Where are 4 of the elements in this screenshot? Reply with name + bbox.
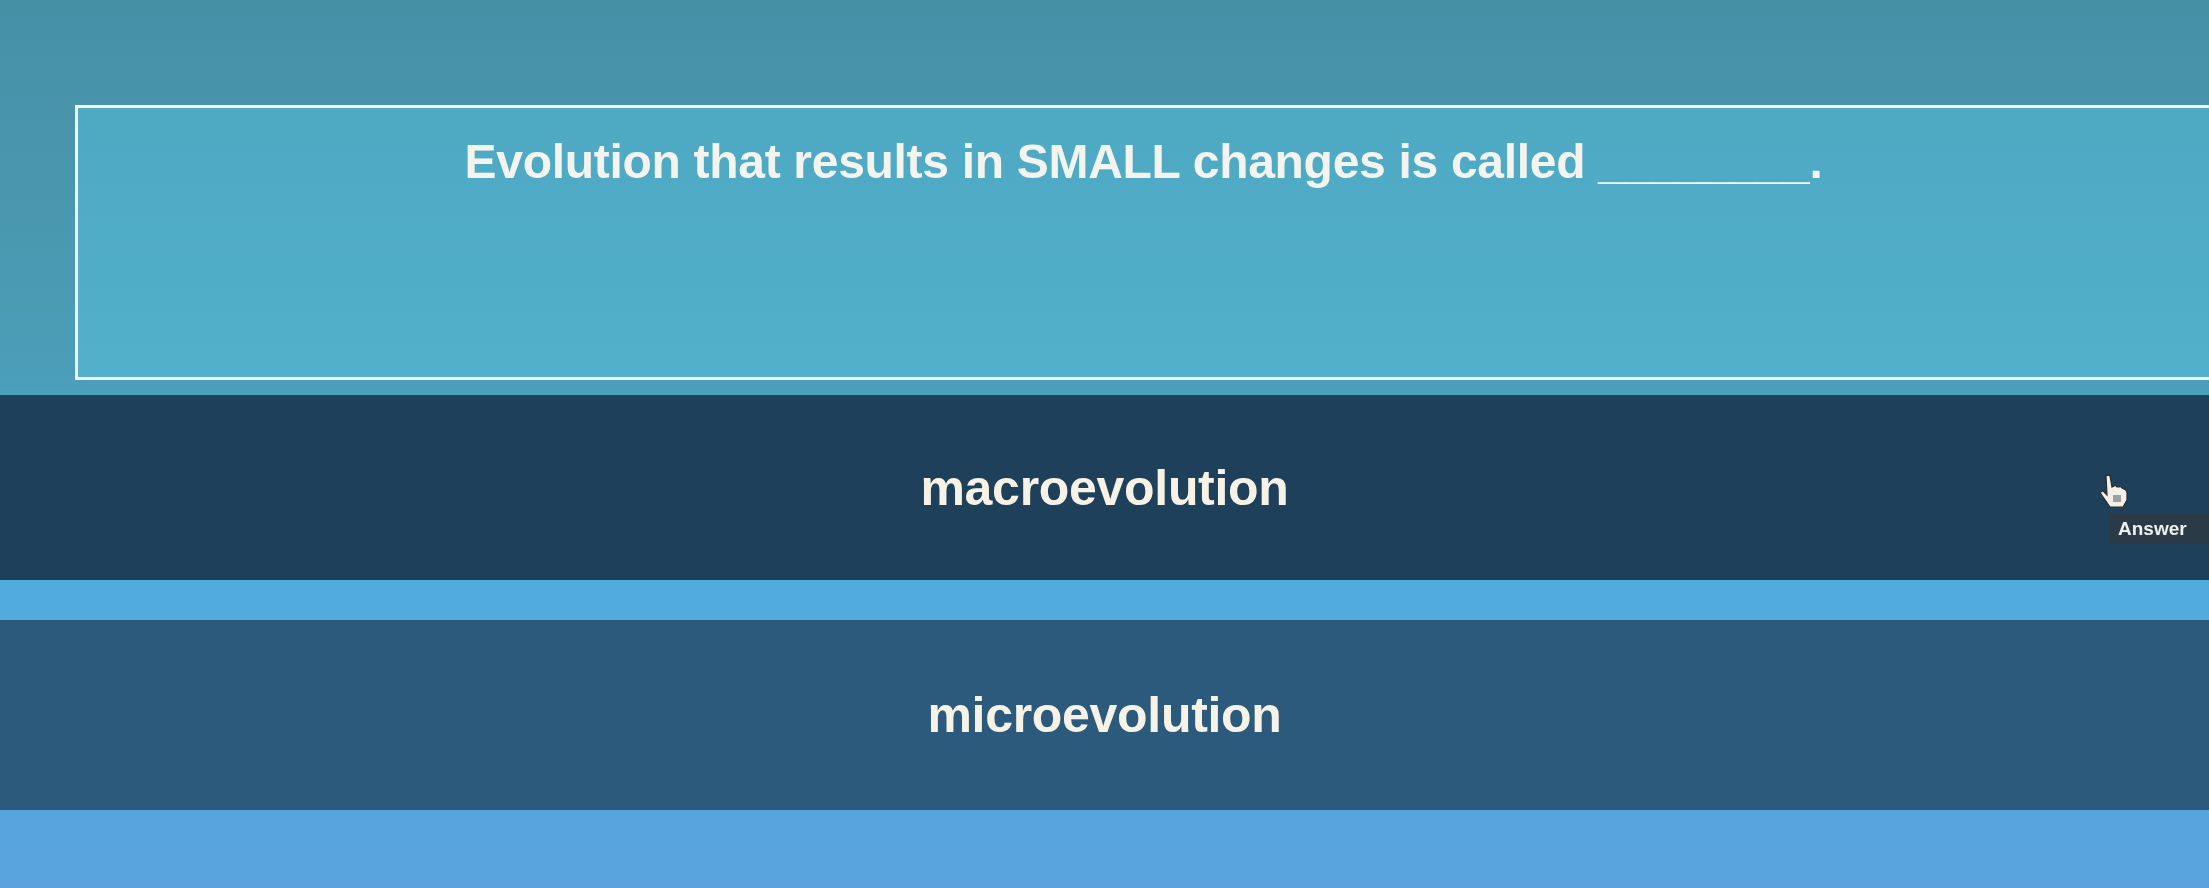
hand-cursor-icon — [2098, 474, 2128, 508]
answer-option[interactable]: microevolution — [0, 620, 2209, 810]
question-text: Evolution that results in SMALL changes is called ________. — [464, 134, 1823, 189]
tooltip: Answer — [2109, 514, 2209, 544]
